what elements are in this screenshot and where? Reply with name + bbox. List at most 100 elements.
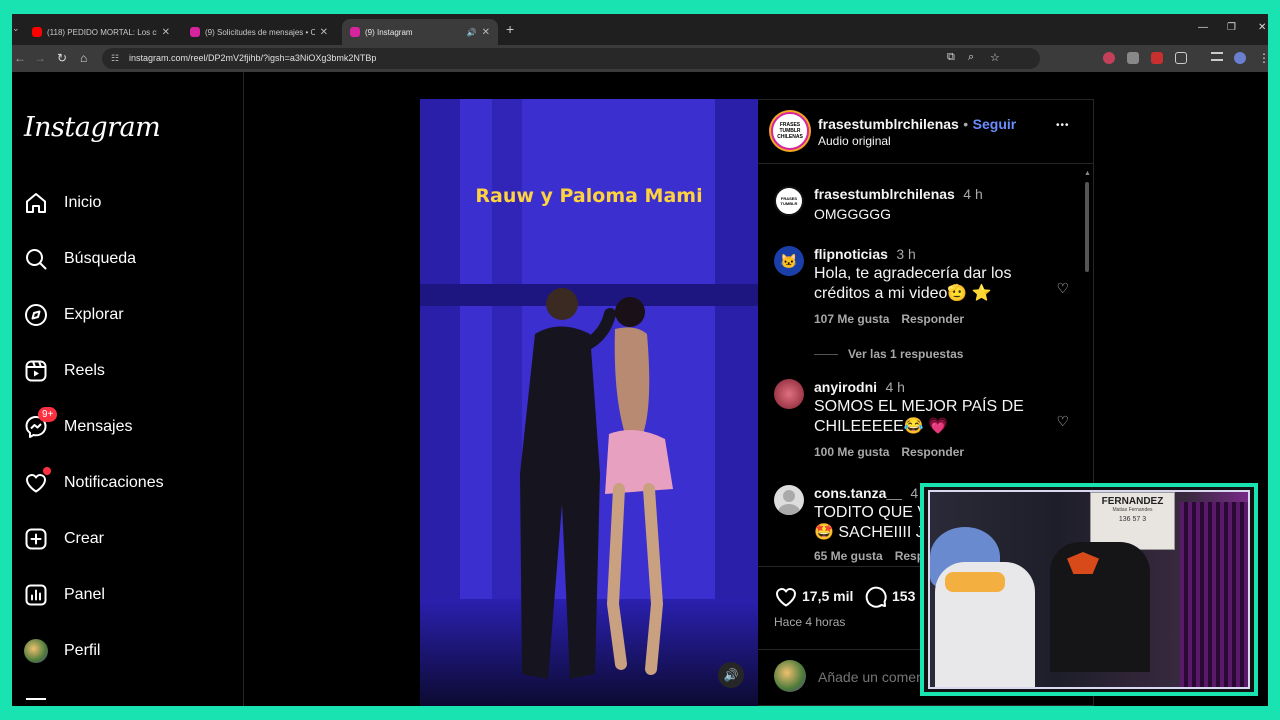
avatar[interactable]: FRASES TUMBLR	[774, 186, 804, 216]
close-tab-icon[interactable]: ✕	[320, 27, 328, 38]
install-app-icon[interactable]: ⧉	[947, 51, 955, 64]
comment-username[interactable]: flipnoticias	[814, 246, 888, 262]
comment-body: anyirodni 4 h SOMOS EL MEJOR PAÍS DE CHI…	[814, 379, 1074, 459]
avatar[interactable]: 🐱	[774, 246, 804, 276]
emoji-avatar[interactable]	[774, 660, 806, 692]
view-replies-button[interactable]: Ver las 1 respuestas	[814, 347, 963, 361]
tab-youtube[interactable]: (118) PEDIDO MORTAL: Los cha ✕	[24, 19, 178, 45]
home-icon	[24, 191, 48, 215]
zoom-icon[interactable]: ⌕	[968, 51, 974, 64]
performer-woman	[605, 297, 673, 675]
author-username[interactable]: frasestumblrchilenas	[818, 116, 959, 132]
close-tab-icon[interactable]: ✕	[162, 27, 170, 38]
tab-instagram-active[interactable]: (9) Instagram 🔊 ✕	[342, 19, 498, 45]
reel-video[interactable]: Rauw y Paloma Mami 🔊	[420, 99, 758, 706]
comment-bubble-icon[interactable]	[864, 585, 888, 609]
close-tab-icon[interactable]: ✕	[482, 27, 490, 38]
sidebar-item-label: Explorar	[64, 306, 124, 323]
author-line: frasestumblrchilenas • Seguir	[818, 116, 1016, 134]
comment-likes[interactable]: 100 Me gusta	[814, 445, 889, 459]
tab-instagram-messages[interactable]: (9) Solicitudes de mensajes • Ch ✕	[182, 19, 336, 45]
avatar	[24, 639, 48, 663]
avatar[interactable]	[774, 485, 804, 515]
instagram-logo[interactable]: Instagram	[24, 112, 161, 143]
post-timestamp: Hace 4 horas	[774, 615, 846, 629]
gaming-chair	[1050, 542, 1150, 672]
author-avatar[interactable]: FRASES TUMBLR CHILENAS	[771, 112, 809, 150]
sidebar-item-label: Reels	[64, 362, 105, 379]
reply-button[interactable]: Responder	[901, 445, 964, 459]
reel-caption: Rauw y Paloma Mami	[475, 185, 703, 207]
bookmark-star-icon[interactable]: ☆	[990, 51, 1000, 64]
sign-numbers: 136 57 3	[1118, 516, 1147, 523]
scroll-up-icon[interactable]: ▲	[1084, 170, 1091, 177]
instagram-icon	[190, 27, 200, 37]
comment-text: OMGGGGG	[814, 206, 891, 222]
sidebar-item-label: Búsqueda	[64, 250, 137, 267]
post-header: FRASES TUMBLR CHILENAS frasestumblrchile…	[758, 100, 1094, 164]
extension-icon[interactable]	[1151, 52, 1163, 64]
new-tab-button[interactable]: +	[506, 21, 514, 37]
extension-icon[interactable]	[1103, 52, 1115, 64]
media-controls-icon[interactable]	[1211, 52, 1223, 61]
chart-icon	[24, 583, 48, 607]
sidebar-item-label: Crear	[64, 530, 105, 547]
comment-username[interactable]: anyirodni	[814, 379, 877, 395]
follow-button[interactable]: Seguir	[973, 116, 1017, 132]
menu-kebab-icon[interactable]: ⋮	[1258, 51, 1268, 65]
speaker-icon[interactable]: 🔊	[467, 28, 477, 37]
address-bar[interactable]: ☷ instagram.com/reel/DP2mV2fjihb/?igsh=a…	[102, 48, 1040, 69]
sidebar-item-label: Inicio	[64, 194, 102, 211]
like-heart-icon[interactable]	[774, 585, 798, 609]
comment-likes[interactable]: 65 Me gusta	[814, 549, 883, 563]
sidebar-item-perfil[interactable]: Perfil	[24, 631, 234, 671]
extensions-puzzle-icon[interactable]	[1175, 52, 1187, 64]
back-icon[interactable]: ←	[14, 51, 26, 65]
comment-time: 3 h	[896, 246, 916, 262]
like-comment-heart-icon[interactable]: ♡	[1056, 280, 1069, 297]
sidebar-item-reels[interactable]: Reels	[24, 351, 234, 391]
sidebar-item-explorar[interactable]: Explorar	[24, 295, 234, 335]
sidebar-item-busqueda[interactable]: Búsqueda	[24, 239, 234, 279]
comment-likes[interactable]: 107 Me gusta	[814, 312, 889, 326]
sidebar-item-mensajes[interactable]: 9+ Mensajes	[24, 407, 234, 447]
webcam-overlay: FERNANDEZ Matias Fernandes 136 57 3	[920, 483, 1258, 696]
sidebar-item-panel[interactable]: Panel	[24, 575, 234, 615]
separator-dot: •	[963, 116, 969, 132]
sidebar-item-label: Panel	[64, 586, 105, 603]
tab-title: (9) Solicitudes de mensajes • Ch	[205, 27, 315, 37]
extension-icon[interactable]	[1127, 52, 1139, 64]
comment-username[interactable]: frasestumblrchilenas	[814, 186, 955, 202]
more-menu-icon[interactable]	[26, 698, 46, 700]
scrollbar-thumb[interactable]	[1085, 182, 1089, 272]
toolbar: ← → ↻ ⌂ ☷ instagram.com/reel/DP2mV2fjihb…	[12, 45, 1268, 72]
view-replies-label: Ver las 1 respuestas	[848, 347, 964, 361]
avatar-label: FRASES TUMBLR CHILENAS	[777, 122, 803, 140]
reload-icon[interactable]: ↻	[57, 51, 67, 65]
maximize-icon[interactable]: ❐	[1227, 22, 1236, 33]
tab-search-chevron-icon[interactable]: ⌄	[12, 23, 20, 34]
more-options-icon[interactable]: •••	[1056, 120, 1070, 131]
avatar[interactable]	[774, 379, 804, 409]
close-window-icon[interactable]: ✕	[1258, 22, 1266, 33]
likes-count[interactable]: 17,5 mil	[802, 588, 853, 604]
profile-avatar[interactable]	[1234, 52, 1246, 64]
comment-username[interactable]: cons.tanza__	[814, 485, 902, 501]
comment-item: 🐱 flipnoticias 3 h Hola, te agradecería …	[774, 246, 1074, 326]
mute-button[interactable]: 🔊	[718, 662, 744, 688]
minimize-icon[interactable]: —	[1198, 22, 1208, 33]
caption-comment: FRASES TUMBLR frasestumblrchilenas 4 h O…	[774, 186, 1074, 224]
like-comment-heart-icon[interactable]: ♡	[1056, 413, 1069, 430]
webcam-feed: FERNANDEZ Matias Fernandes 136 57 3	[928, 490, 1250, 689]
compass-icon	[24, 303, 48, 327]
site-info-icon[interactable]: ☷	[111, 53, 119, 64]
audio-label[interactable]: Audio original	[818, 134, 891, 148]
forward-icon[interactable]: →	[34, 51, 46, 65]
sidebar-item-notificaciones[interactable]: Notificaciones	[24, 463, 234, 503]
comment-text: Hola, te agradecería dar los créditos a …	[814, 265, 1012, 302]
reply-button[interactable]: Responder	[901, 312, 964, 326]
home-page-icon[interactable]: ⌂	[80, 51, 87, 65]
plus-square-icon	[24, 527, 48, 551]
sidebar-item-inicio[interactable]: Inicio	[24, 183, 234, 223]
sidebar-item-crear[interactable]: Crear	[24, 519, 234, 559]
